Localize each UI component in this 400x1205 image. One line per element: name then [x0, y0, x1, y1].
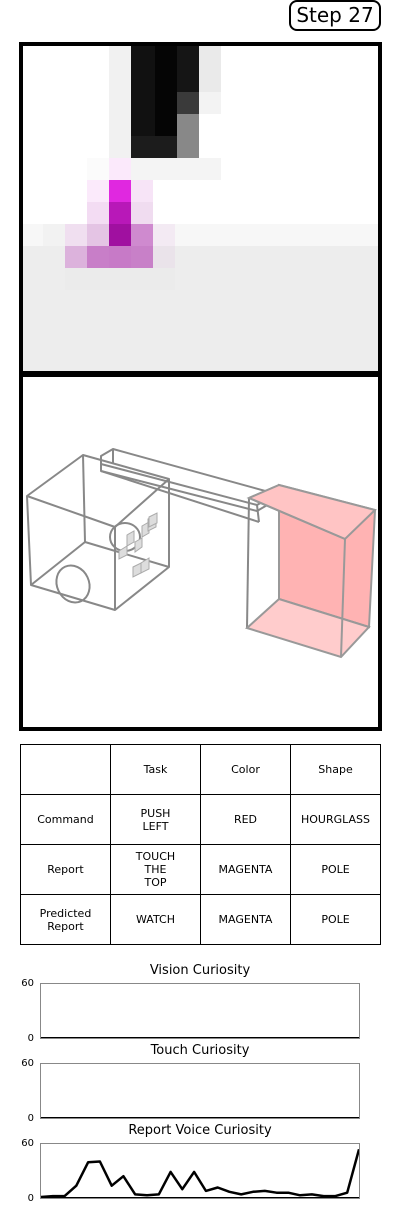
y-min-label: 0	[27, 1113, 34, 1124]
row-label: Report	[20, 844, 111, 895]
task-cell: WATCH	[110, 894, 201, 945]
target-box	[245, 483, 377, 659]
shape-cell: POLE	[290, 844, 381, 895]
report-table: Task Color Shape Command PUSH LEFT RED HO…	[20, 744, 381, 945]
vision-curiosity-title: Vision Curiosity	[149, 963, 251, 978]
report-voice-curiosity-plot	[40, 1143, 360, 1199]
header-cell-empty	[20, 744, 111, 795]
shape-cell: POLE	[290, 894, 381, 945]
shape-cell: HOURGLASS	[290, 794, 381, 845]
report-voice-curiosity-chart	[41, 1148, 359, 1198]
vision-curiosity-chart	[41, 1037, 359, 1038]
curiosity-series-line	[41, 1148, 359, 1198]
y-min-label: 0	[27, 1193, 34, 1204]
task-cell: PUSH LEFT	[110, 794, 201, 845]
color-cell: RED	[200, 794, 291, 845]
row-label: Predicted Report	[20, 894, 111, 945]
y-max-label: 60	[21, 978, 34, 989]
3d-scene-render	[19, 373, 382, 731]
step-counter: Step 27	[289, 0, 381, 31]
header-cell-task: Task	[110, 744, 201, 795]
row-label: Command	[20, 794, 111, 845]
color-cell: MAGENTA	[200, 894, 291, 945]
pixel-camera-image	[23, 46, 378, 371]
scene-drawing	[26, 448, 377, 659]
touch-curiosity-title: Touch Curiosity	[150, 1043, 250, 1058]
pixel-camera-view	[19, 42, 382, 375]
table-header-row: Task Color Shape	[20, 744, 381, 795]
touch-curiosity-chart	[41, 1117, 359, 1118]
header-cell-color: Color	[200, 744, 291, 795]
vision-curiosity-plot	[40, 983, 360, 1039]
touch-curiosity-plot	[40, 1063, 360, 1119]
color-cell: MAGENTA	[200, 844, 291, 895]
task-cell: TOUCH THE TOP	[110, 844, 201, 895]
y-max-label: 60	[21, 1138, 34, 1149]
y-max-label: 60	[21, 1058, 34, 1069]
table-row-command: Command PUSH LEFT RED HOURGLASS	[20, 794, 381, 845]
table-row-predicted-report: Predicted Report WATCH MAGENTA POLE	[20, 894, 381, 945]
report-voice-curiosity-title: Report Voice Curiosity	[128, 1123, 272, 1138]
header-cell-shape: Shape	[290, 744, 381, 795]
y-min-label: 0	[27, 1033, 34, 1044]
table-row-report: Report TOUCH THE TOP MAGENTA POLE	[20, 844, 381, 895]
